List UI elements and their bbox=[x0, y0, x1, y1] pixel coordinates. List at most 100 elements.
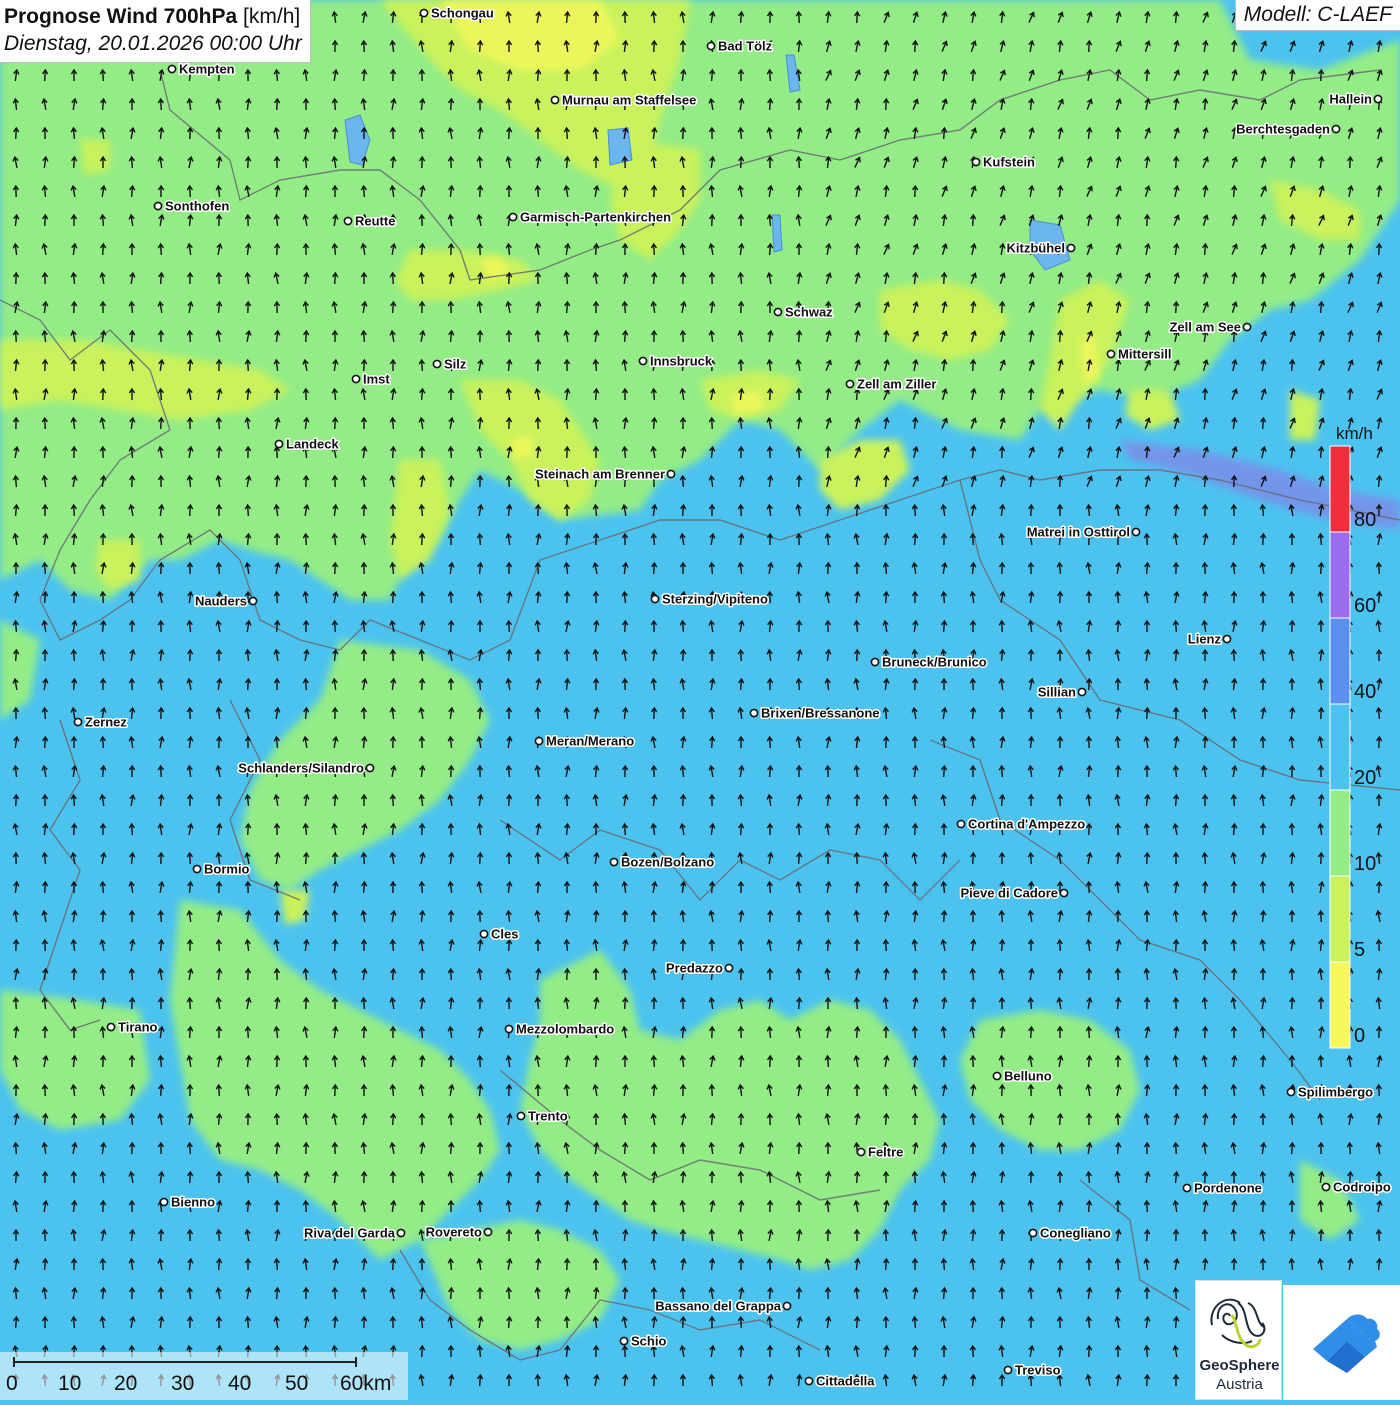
city-marker: Pieve di Cadore bbox=[959, 884, 1069, 902]
city-dot-icon bbox=[534, 736, 544, 746]
legend-label: 20 bbox=[1354, 767, 1376, 789]
weather-app-icon bbox=[1313, 1314, 1380, 1373]
city-marker: Pordenone bbox=[1182, 1179, 1263, 1197]
scale-label-60km: 60km bbox=[340, 1372, 392, 1395]
city-marker: Sonthofen bbox=[153, 197, 231, 215]
city-label: Reutte bbox=[355, 214, 395, 229]
legend-swatch bbox=[1329, 789, 1351, 877]
scale-bar-line bbox=[13, 1357, 357, 1367]
city-dot-icon bbox=[365, 763, 375, 773]
city-label: Sterzing/Vipiteno bbox=[662, 592, 768, 607]
city-label: Belluno bbox=[1004, 1069, 1052, 1084]
city-label: Zell am See bbox=[1169, 320, 1241, 335]
city-marker: Meran/Merano bbox=[534, 732, 636, 750]
city-label: Innsbruck bbox=[650, 354, 713, 369]
city-label: Berchtesgaden bbox=[1236, 122, 1330, 137]
city-dot-icon bbox=[773, 307, 783, 317]
city-dot-icon bbox=[666, 469, 676, 479]
city-label: Pieve di Cadore bbox=[960, 886, 1058, 901]
title-box: Prognose Wind 700hPa [km/h] Dienstag, 20… bbox=[0, 0, 311, 63]
city-label: Matrei in Osttirol bbox=[1027, 525, 1130, 540]
city-dot-icon bbox=[992, 1071, 1002, 1081]
scale-label-50: 50 bbox=[285, 1372, 309, 1395]
city-label: Bormio bbox=[204, 862, 250, 877]
city-marker: Zell am Ziller bbox=[845, 375, 938, 393]
map-title: Prognose Wind 700hPa [km/h] bbox=[4, 4, 302, 30]
city-label: Schlanders/Silandro bbox=[238, 761, 364, 776]
city-dot-icon bbox=[1242, 322, 1252, 332]
city-dot-icon bbox=[1028, 1228, 1038, 1238]
city-dot-icon bbox=[845, 379, 855, 389]
city-dot-icon bbox=[248, 596, 258, 606]
city-marker: Riva del Garda bbox=[302, 1224, 406, 1242]
city-label: Sonthofen bbox=[165, 199, 229, 214]
city-dot-icon bbox=[550, 95, 560, 105]
city-label: Meran/Merano bbox=[546, 734, 634, 749]
legend-swatch bbox=[1329, 703, 1351, 791]
color-legend: km/h 0 5 10 20 40 60 80 bbox=[1328, 420, 1398, 1055]
city-marker: Mezzolombardo bbox=[504, 1020, 616, 1038]
city-label: Rovereto bbox=[426, 1225, 482, 1240]
city-label: Mittersill bbox=[1118, 347, 1171, 362]
city-marker: Brixen/Bressanone bbox=[749, 704, 881, 722]
city-label: Imst bbox=[363, 372, 390, 387]
city-dot-icon bbox=[106, 1022, 116, 1032]
city-label: Conegliano bbox=[1040, 1226, 1111, 1241]
city-label: Kempten bbox=[179, 62, 235, 77]
scale-label-0: 0 bbox=[6, 1372, 18, 1395]
city-dot-icon bbox=[971, 157, 981, 167]
city-label: Steinach am Brenner bbox=[535, 467, 665, 482]
city-dot-icon bbox=[274, 439, 284, 449]
city-dot-icon bbox=[1059, 888, 1069, 898]
city-marker: Kempten bbox=[167, 60, 236, 78]
city-label: Landeck bbox=[286, 437, 340, 452]
city-label: Trento bbox=[528, 1109, 568, 1124]
city-dot-icon bbox=[1131, 527, 1141, 537]
city-marker: Sterzing/Vipiteno bbox=[650, 590, 769, 608]
scale-label-30: 30 bbox=[171, 1372, 195, 1395]
title-bold: Prognose Wind 700hPa bbox=[4, 5, 238, 28]
city-label: Bassano del Grappa bbox=[655, 1299, 781, 1314]
city-label: Garmisch-Partenkirchen bbox=[520, 210, 671, 225]
geosphere-logo[interactable]: GeoSphere Austria bbox=[1195, 1280, 1282, 1400]
city-dot-icon bbox=[167, 64, 177, 74]
city-label: Schongau bbox=[431, 6, 494, 21]
city-dot-icon bbox=[856, 1147, 866, 1157]
city-dot-icon bbox=[432, 359, 442, 369]
city-dot-icon bbox=[516, 1111, 526, 1121]
city-dot-icon bbox=[396, 1228, 406, 1238]
city-dot-icon bbox=[1373, 94, 1383, 104]
city-dot-icon bbox=[504, 1024, 514, 1034]
city-label: Codroipo bbox=[1333, 1180, 1391, 1195]
scale-label-20: 20 bbox=[114, 1372, 138, 1395]
legend-swatch bbox=[1329, 445, 1351, 533]
city-marker: Schlanders/Silandro bbox=[237, 759, 375, 777]
city-label: Lienz bbox=[1188, 632, 1222, 647]
city-label: Bruneck/Brunico bbox=[882, 655, 987, 670]
city-dot-icon bbox=[1331, 124, 1341, 134]
city-marker: Matrei in Osttirol bbox=[1025, 523, 1141, 541]
city-marker: Steinach am Brenner bbox=[533, 465, 676, 483]
city-label: Spilimbergo bbox=[1298, 1085, 1373, 1100]
city-dot-icon bbox=[782, 1301, 792, 1311]
city-dot-icon bbox=[650, 594, 660, 604]
city-dot-icon bbox=[870, 657, 880, 667]
legend-label: 60 bbox=[1354, 595, 1376, 617]
weather-app-logo[interactable] bbox=[1283, 1285, 1400, 1400]
legend-swatch bbox=[1329, 531, 1351, 619]
city-marker: Zell am See bbox=[1168, 318, 1252, 336]
city-dot-icon bbox=[706, 41, 716, 51]
city-label: Cittadella bbox=[816, 1374, 875, 1389]
city-dot-icon bbox=[1182, 1183, 1192, 1193]
city-label: Riva del Garda bbox=[304, 1226, 396, 1241]
logo-text-austria: Austria bbox=[1216, 1376, 1263, 1393]
city-label: Nauders bbox=[195, 594, 247, 609]
city-dot-icon bbox=[479, 929, 489, 939]
city-label: Brixen/Bressanone bbox=[761, 706, 880, 721]
legend-label: 10 bbox=[1354, 853, 1376, 875]
legend-label: 5 bbox=[1354, 939, 1365, 961]
city-dot-icon bbox=[1321, 1182, 1331, 1192]
city-marker: Conegliano bbox=[1028, 1224, 1112, 1242]
city-dot-icon bbox=[609, 857, 619, 867]
city-dot-icon bbox=[638, 356, 648, 366]
